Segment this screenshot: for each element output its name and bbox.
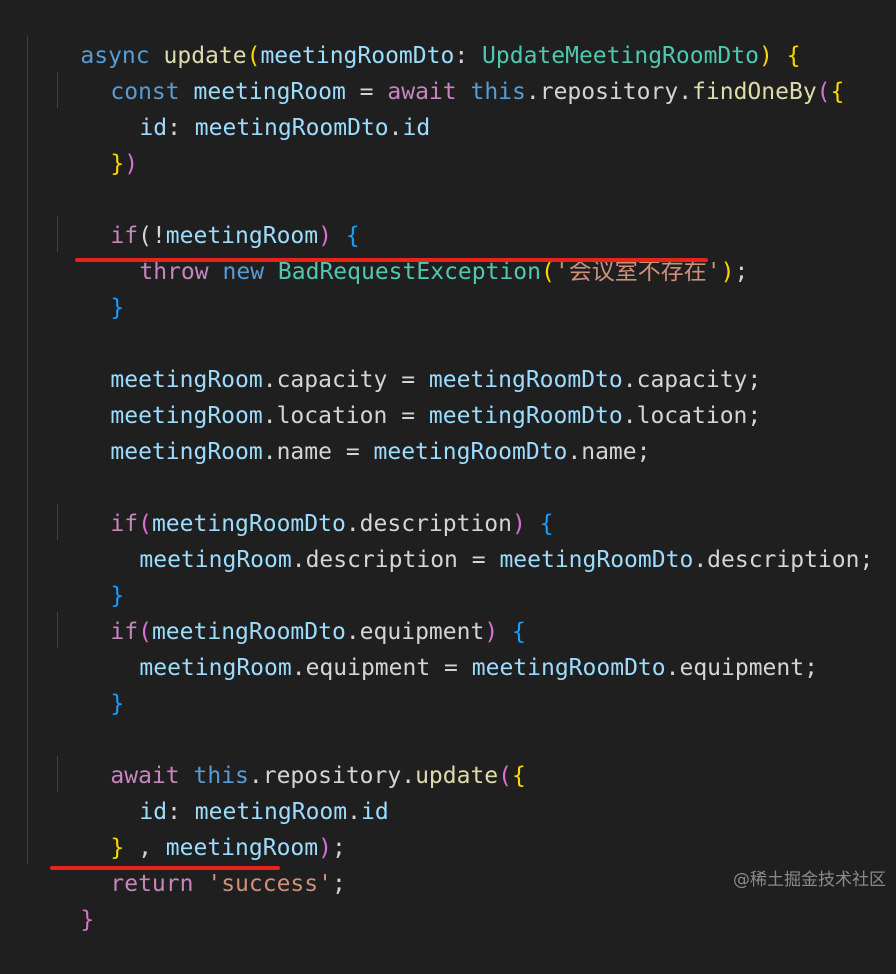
semicolon: ; [804,655,818,681]
code-line-17[interactable]: if(meetingRoomDto.equipment) { [55,578,525,645]
brace-close: } [110,295,125,321]
code-line-14[interactable]: if(meetingRoomDto.description) { [55,470,553,537]
brace-open: { [830,79,845,105]
code-line-15[interactable]: meetingRoom.description = meetingRoomDto… [84,506,873,573]
property-access: .name [567,439,637,465]
property-access: .description [291,547,458,573]
variable-name: meetingRoom [139,547,292,573]
paren-close: ) [720,259,735,285]
code-line-11[interactable]: meetingRoom.location = meetingRoomDto.lo… [55,362,761,429]
code-line-1[interactable]: async update(meetingRoomDto: UpdateMeeti… [25,2,800,69]
string-literal: 'success' [207,871,332,897]
keyword-throw: throw [139,259,209,285]
brace-close: } [110,691,125,717]
code-editor[interactable]: async update(meetingRoomDto: UpdateMeeti… [0,0,896,933]
property-access: .equipment [665,655,805,681]
code-line-22[interactable]: id: meetingRoom.id [84,758,388,825]
property-access: .repository. [525,79,693,105]
keyword-this: this [470,79,526,105]
property-access: .description [693,547,860,573]
code-line-16[interactable]: } [55,542,124,609]
semicolon: ; [747,403,762,429]
property-access: .name [262,439,332,465]
red-underline-return [50,866,280,870]
string-literal: '会议室不存在' [554,259,721,285]
variable-name: meetingRoom [110,439,263,465]
operator-assign: = [331,439,374,465]
exception-class: BadRequestException [277,259,542,285]
brace-close: } [110,151,125,177]
indent-guide [27,36,28,864]
code-line-24[interactable]: return 'success'; [55,830,345,897]
brace-close: } [80,907,95,933]
code-line-3[interactable]: id: meetingRoomDto.id [84,74,430,141]
semicolon: ; [636,439,651,465]
code-line-23[interactable]: } , meetingRoom); [55,794,345,861]
code-line-21[interactable]: await this.repository.update({ [55,722,525,789]
property-name: id [360,799,389,825]
paren-open: ( [816,79,831,105]
method-call: findOneBy [692,79,817,105]
dot: . [388,115,403,141]
code-line-25[interactable]: } [25,866,94,933]
property-name: id [402,115,431,141]
operator-assign: = [457,547,500,573]
watermark-text: @稀土掘金技术社区 [733,870,886,890]
property-key: id [139,115,168,141]
semicolon: ; [859,547,874,573]
method-call: update [415,763,499,789]
variable-name: meetingRoom [139,655,292,681]
colon: : [167,115,195,141]
code-line-10[interactable]: meetingRoom.capacity = meetingRoomDto.ca… [55,326,761,393]
paren-open: ( [541,259,555,285]
code-line-6[interactable]: if(!meetingRoom) { [55,182,359,249]
code-line-12[interactable]: meetingRoom.name = meetingRoomDto.name; [55,398,650,465]
property-access: .equipment [291,655,431,681]
code-line-2[interactable]: const meetingRoom = await this.repositor… [55,38,844,105]
keyword-return: return [110,871,194,897]
variable-name: meetingRoomDto [499,547,694,573]
semicolon: ; [331,871,346,897]
paren-open: ( [498,763,513,789]
semicolon: ; [734,259,749,285]
variable-name: meetingRoomDto [471,655,666,681]
variable-name: meetingRoomDto [194,115,389,141]
variable-name: meetingRoomDto [373,439,568,465]
code-line-18[interactable]: meetingRoom.equipment = meetingRoomDto.e… [84,614,818,681]
code-line-7[interactable]: throw new BadRequestException('会议室不存在'); [84,218,748,285]
code-line-19[interactable]: } [55,650,124,717]
keyword-new: new [222,259,265,285]
paren-close: ) [124,151,139,177]
dot: . [347,799,361,825]
red-underline-throw [75,258,708,262]
operator-assign: = [430,655,472,681]
code-line-4[interactable]: }) [55,110,138,177]
brace-open: { [512,763,526,789]
